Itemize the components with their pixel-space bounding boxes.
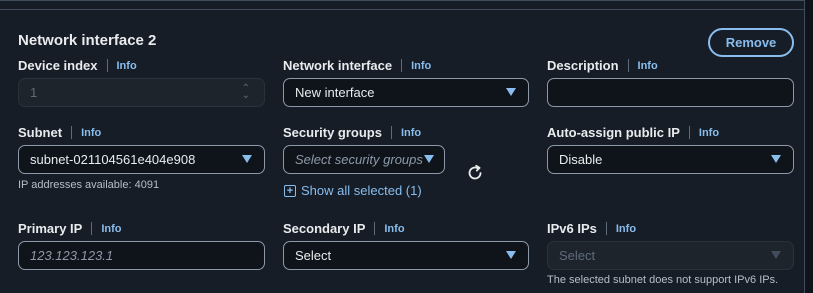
subnet-hint: IP addresses available: 4091 [18, 179, 160, 191]
divider [605, 222, 607, 235]
remove-button[interactable]: Remove [708, 28, 794, 57]
ipv6-select: Select [547, 241, 794, 270]
caret-down-icon [771, 251, 781, 259]
auto-assign-label: Auto-assign public IP Info [547, 125, 719, 140]
divider [390, 126, 392, 139]
auto-assign-label-text: Auto-assign public IP [547, 125, 680, 140]
primary-ip-placeholder: 123.123.123.1 [30, 248, 114, 263]
info-link[interactable]: Info [401, 127, 421, 139]
subnet-value: subnet-021104561e404e908 [30, 152, 196, 167]
divider [91, 222, 93, 235]
network-interface-panel: Network interface 2 Remove Device index … [0, 0, 805, 293]
info-link[interactable]: Info [81, 127, 101, 139]
device-index-label: Device index Info [18, 58, 137, 73]
primary-ip-input[interactable]: 123.123.123.1 [18, 241, 265, 270]
auto-assign-value: Disable [559, 152, 603, 167]
caret-down-icon [242, 155, 252, 163]
ipv6-label: IPv6 IPs Info [547, 221, 636, 236]
network-interface-value: New interface [295, 85, 375, 100]
description-label-text: Description [547, 58, 619, 73]
divider [106, 59, 108, 72]
section-title: Network interface 2 [18, 32, 157, 49]
ipv6-value: Select [559, 248, 596, 263]
device-index-field: 1 ⌃ ⌄ [18, 78, 265, 107]
divider [401, 59, 403, 72]
device-index-value: 1 [30, 85, 38, 100]
secondary-ip-label-text: Secondary IP [283, 221, 366, 236]
primary-ip-label-text: Primary IP [18, 221, 83, 236]
network-interface-label: Network interface Info [283, 58, 431, 73]
spinner-arrows-icon: ⌃ ⌄ [241, 83, 250, 101]
ipv6-hint: The selected subnet does not support IPv… [547, 274, 779, 286]
secondary-ip-value: Select [295, 248, 332, 263]
info-link[interactable]: Info [101, 223, 121, 235]
device-index-label-text: Device index [18, 58, 98, 73]
show-all-selected-text: Show all selected (1) [301, 183, 422, 198]
subnet-label: Subnet Info [18, 125, 101, 140]
info-link[interactable]: Info [616, 223, 636, 235]
security-groups-label-text: Security groups [283, 125, 382, 140]
auto-assign-select[interactable]: Disable [547, 145, 794, 174]
secondary-ip-label: Secondary IP Info [283, 221, 405, 236]
description-input[interactable] [547, 78, 794, 107]
refresh-icon[interactable] [466, 164, 484, 182]
divider [71, 126, 73, 139]
plus-box-icon: + [284, 184, 296, 197]
caret-down-icon [771, 155, 781, 163]
divider [627, 59, 629, 72]
description-label: Description Info [547, 58, 658, 73]
subnet-select[interactable]: subnet-021104561e404e908 [18, 145, 265, 174]
caret-down-icon [506, 88, 516, 96]
info-link[interactable]: Info [638, 60, 658, 72]
network-interface-select[interactable]: New interface [283, 78, 529, 107]
security-groups-placeholder: Select security groups [295, 152, 423, 167]
divider [374, 222, 376, 235]
security-groups-label: Security groups Info [283, 125, 421, 140]
network-interface-label-text: Network interface [283, 58, 393, 73]
ipv6-label-text: IPv6 IPs [547, 221, 597, 236]
info-link[interactable]: Info [411, 60, 431, 72]
security-groups-select[interactable]: Select security groups [283, 145, 445, 174]
caret-down-icon [506, 251, 516, 259]
caret-down-icon [424, 155, 434, 163]
primary-ip-label: Primary IP Info [18, 221, 122, 236]
show-all-selected-link[interactable]: + Show all selected (1) [284, 183, 422, 198]
divider [0, 9, 805, 10]
divider [688, 126, 690, 139]
info-link[interactable]: Info [699, 127, 719, 139]
secondary-ip-select[interactable]: Select [283, 241, 529, 270]
info-link[interactable]: Info [384, 223, 404, 235]
info-link[interactable]: Info [117, 60, 137, 72]
subnet-label-text: Subnet [18, 125, 63, 140]
